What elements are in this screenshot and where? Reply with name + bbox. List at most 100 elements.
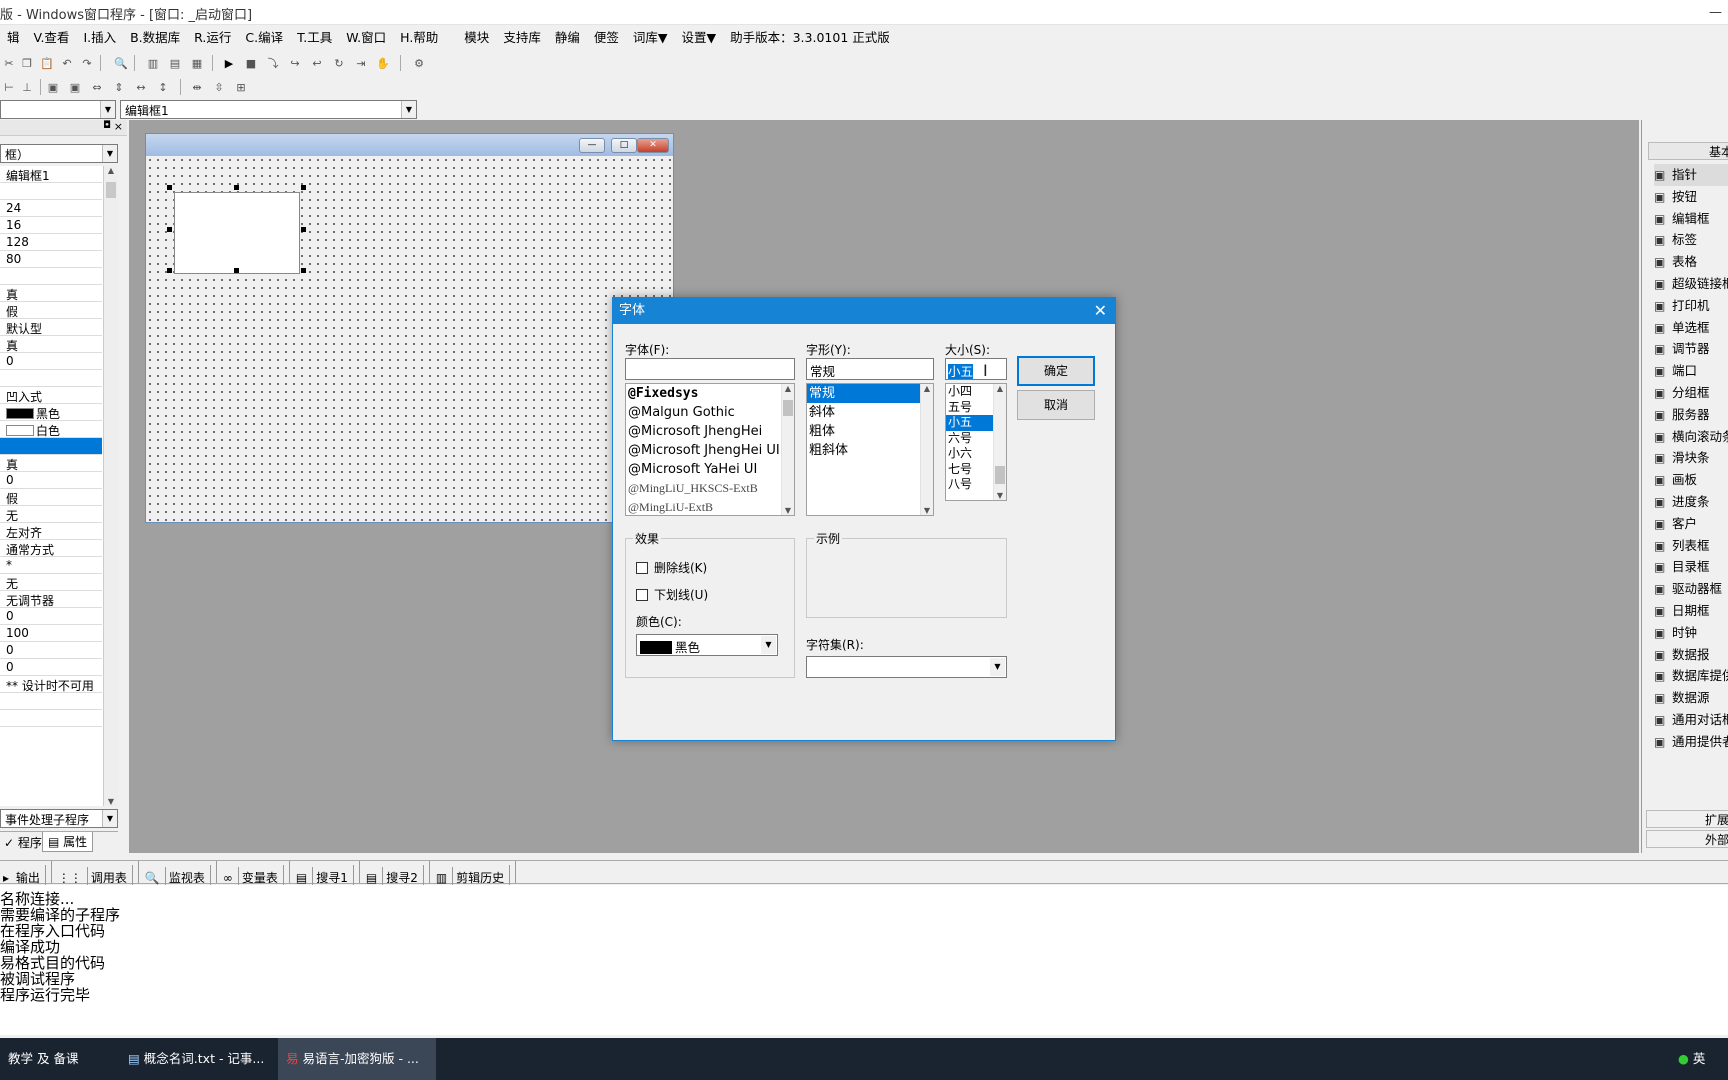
component-groupbox[interactable]: ▣ 分组框: [1654, 382, 1728, 404]
property-scrollbar[interactable]: ▲ ▼: [104, 166, 118, 806]
menu-tools[interactable]: T.工具: [290, 28, 339, 48]
close-icon[interactable]: ✕: [637, 138, 669, 153]
chevron-down-icon[interactable]: ▼: [100, 101, 115, 118]
list-item[interactable]: 小六: [946, 446, 993, 462]
menu-view[interactable]: V.查看: [27, 28, 77, 48]
font-list[interactable]: @Fixedsys @Malgun Gothic @Microsoft JhengH…: [625, 383, 795, 516]
property-value[interactable]: 真: [0, 455, 102, 472]
component-printer[interactable]: ▣ 打印机: [1654, 295, 1728, 317]
taskbar-item-notepad[interactable]: ▤ 概念名词.txt - 记事...: [120, 1038, 270, 1080]
property-value[interactable]: 16: [0, 217, 102, 234]
style-list[interactable]: 常规 斜体 粗体 粗斜体 ▲ ▼: [806, 383, 934, 516]
pin-icon[interactable]: ◘: [103, 120, 111, 131]
components-extended[interactable]: 扩展: [1646, 810, 1728, 828]
chevron-down-icon[interactable]: ▼: [102, 810, 117, 827]
property-value[interactable]: 黑色: [0, 404, 102, 421]
components-external[interactable]: 外部: [1646, 830, 1728, 848]
component-dbprovider[interactable]: ▣ 数据库提供者: [1654, 665, 1728, 687]
tab-properties[interactable]: ▤ 属性: [42, 832, 94, 852]
menu-window[interactable]: W.窗口: [339, 28, 393, 48]
step-out-icon[interactable]: ↩: [308, 54, 326, 72]
component-slider[interactable]: ▣ 滑块条: [1654, 447, 1728, 469]
chevron-down-icon[interactable]: ▼: [401, 101, 416, 118]
list-item[interactable]: @Malgun Gothic: [626, 403, 781, 422]
property-value[interactable]: 真: [0, 285, 102, 302]
assistant-icon[interactable]: ⚙: [410, 54, 428, 72]
property-value[interactable]: 无: [0, 574, 102, 591]
resize-handle[interactable]: [167, 227, 172, 232]
chevron-down-icon[interactable]: ▼: [761, 636, 776, 654]
property-value[interactable]: 80: [0, 251, 102, 268]
list-item[interactable]: 斜体: [807, 403, 920, 422]
property-value[interactable]: [0, 268, 102, 285]
style-input[interactable]: 常规: [806, 358, 934, 380]
size-h-icon[interactable]: ⇹: [188, 78, 206, 96]
tab-search2[interactable]: ▤ 搜寻2: [360, 861, 430, 889]
design-grid[interactable]: [146, 156, 673, 522]
component-pointer[interactable]: ▣ 指针: [1654, 164, 1728, 186]
component-listbox[interactable]: ▣ 列表框: [1654, 535, 1728, 557]
property-value[interactable]: 编辑框1: [0, 166, 102, 183]
paste-icon[interactable]: 📋: [38, 54, 56, 72]
event-combo[interactable]: 事件处理子程序 ▼: [0, 809, 118, 828]
color-select[interactable]: 黑色 ▼: [636, 634, 778, 656]
component-clock[interactable]: ▣ 时钟: [1654, 622, 1728, 644]
list-item[interactable]: @MingLiU-ExtB: [626, 498, 781, 515]
resize-handle[interactable]: [301, 268, 306, 273]
component-canvas[interactable]: ▣ 画板: [1654, 469, 1728, 491]
tab-program[interactable]: ✓ 程序: [0, 834, 46, 851]
font-input[interactable]: [625, 358, 795, 380]
component-port[interactable]: ▣ 端口: [1654, 360, 1728, 382]
design-window[interactable]: — □ ✕: [145, 133, 674, 523]
list-item[interactable]: 常规: [807, 384, 920, 403]
list-item[interactable]: 粗体: [807, 422, 920, 441]
list-item[interactable]: 粗斜体: [807, 441, 920, 460]
property-value[interactable]: 白色: [0, 421, 102, 438]
ok-button[interactable]: 确定: [1017, 356, 1095, 386]
menu-dictionary[interactable]: 词库▼: [626, 28, 675, 48]
list-item[interactable]: 八号: [946, 477, 993, 493]
tab-search1[interactable]: ▤ 搜寻1: [290, 861, 360, 889]
components-header[interactable]: 基本: [1648, 142, 1728, 160]
copy-icon[interactable]: ❐: [18, 54, 36, 72]
underline-checkbox[interactable]: 下划线(U): [636, 586, 708, 603]
property-value[interactable]: [0, 370, 102, 387]
property-value[interactable]: 128: [0, 234, 102, 251]
tab-watch[interactable]: 🔍 监视表: [139, 861, 217, 889]
list-item[interactable]: @Microsoft JhengHei: [626, 422, 781, 441]
class-combo[interactable]: ▼: [0, 100, 116, 119]
list-item[interactable]: 五号: [946, 400, 993, 416]
property-value[interactable]: 默认型: [0, 319, 102, 336]
find-icon[interactable]: 🔍: [112, 54, 130, 72]
center-h-icon[interactable]: ▣: [44, 78, 62, 96]
component-hscroll[interactable]: ▣ 横向滚动条: [1654, 426, 1728, 448]
property-value[interactable]: 0: [0, 608, 102, 625]
taskbar-item-teaching[interactable]: 教学 及 备课: [0, 1038, 110, 1080]
menu-static-compile[interactable]: 静编: [548, 28, 587, 48]
run-icon[interactable]: ▶: [220, 54, 238, 72]
property-value[interactable]: 真: [0, 336, 102, 353]
menu-support-lib[interactable]: 支持库: [496, 28, 548, 48]
list-item[interactable]: 六号: [946, 431, 993, 447]
property-value[interactable]: 0: [0, 353, 102, 370]
center-v-icon[interactable]: ▣: [66, 78, 84, 96]
step-into-icon[interactable]: ↪: [286, 54, 304, 72]
cut-icon[interactable]: ✂: [0, 54, 18, 72]
list-item[interactable]: @Fixedsys: [626, 384, 781, 403]
component-datasource[interactable]: ▣ 数据源: [1654, 687, 1728, 709]
strikeout-checkbox[interactable]: 删除线(K): [636, 559, 707, 576]
close-icon[interactable]: ✕: [1094, 298, 1107, 324]
editbox-control[interactable]: [174, 192, 300, 274]
component-dialog[interactable]: ▣ 通用对话框: [1654, 709, 1728, 731]
property-value[interactable]: [0, 438, 102, 455]
size-list[interactable]: 小四 五号 小五 六号 小六 七号 八号 ▲ ▼: [945, 383, 1007, 501]
tab-variables[interactable]: ∞ 变量表: [217, 861, 290, 889]
layout2-icon[interactable]: ▤: [166, 54, 184, 72]
property-value[interactable]: 凹入式: [0, 387, 102, 404]
resize-handle[interactable]: [167, 268, 172, 273]
chevron-down-icon[interactable]: ▼: [102, 145, 117, 162]
align-left-icon[interactable]: ⊢: [0, 78, 18, 96]
property-value[interactable]: 通常方式: [0, 540, 102, 557]
property-value[interactable]: 0: [0, 642, 102, 659]
font-list-scrollbar[interactable]: ▲ ▼: [781, 384, 794, 515]
